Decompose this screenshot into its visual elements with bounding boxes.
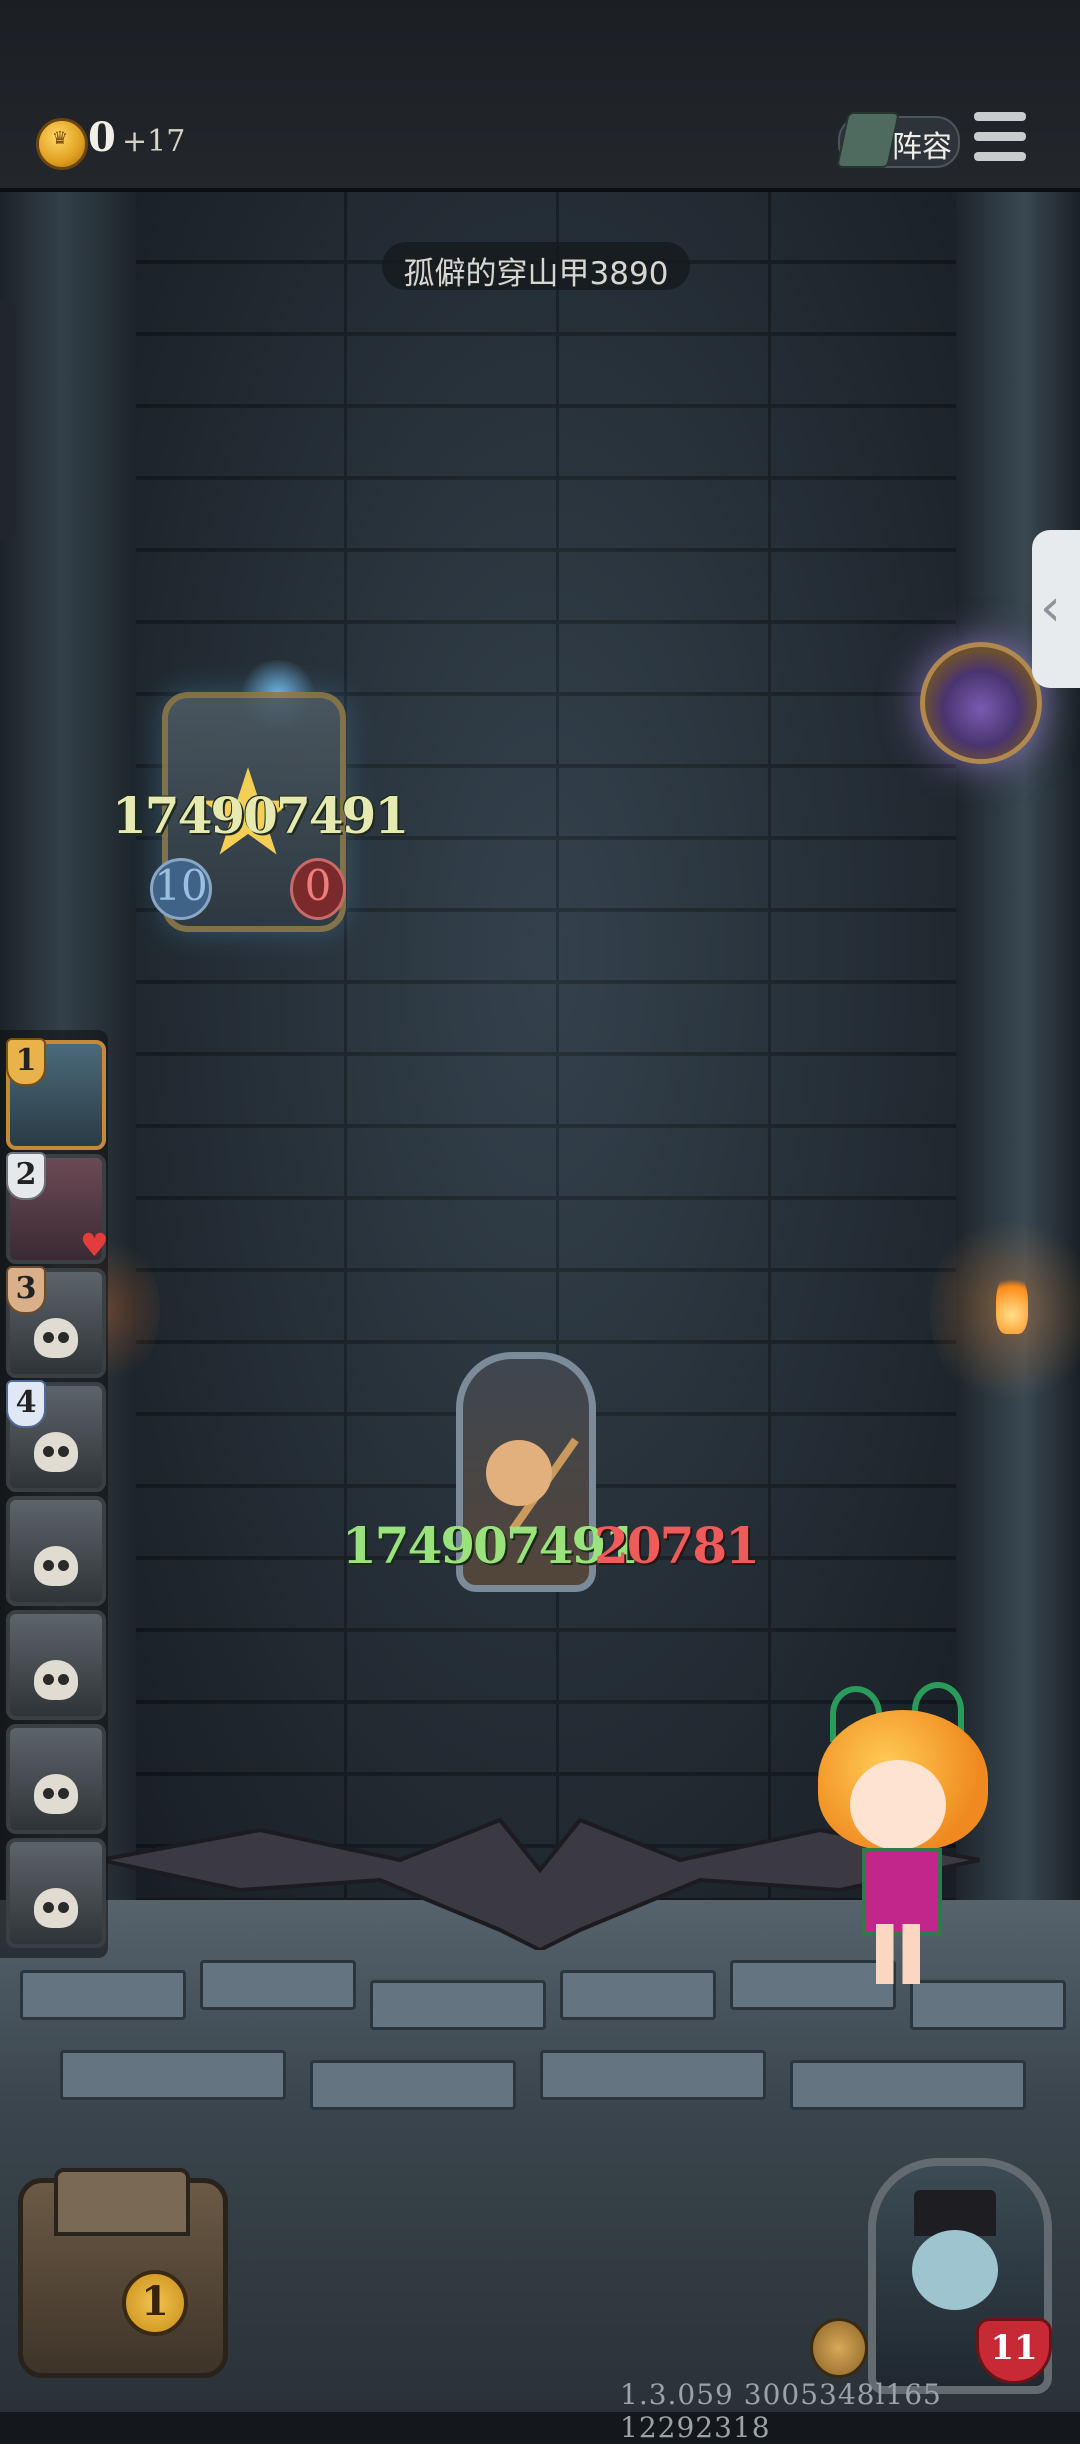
pocket-watch-relic-icon[interactable] (920, 642, 1042, 764)
chest-count: 1 (141, 2278, 169, 2325)
team-slot-3[interactable]: 3 (6, 1266, 106, 1378)
skull-icon (34, 1774, 78, 1814)
rank-badge-3: 3 (6, 1266, 46, 1314)
chest-lid (54, 2168, 190, 2236)
heart-icon: ♥ (80, 1226, 109, 1264)
spearman-portrait (486, 1440, 552, 1506)
team-slot-4[interactable]: 4 (6, 1380, 106, 1492)
wall-shade (132, 188, 960, 1898)
team-slot-5[interactable] (6, 1496, 106, 1606)
heroine-legs (876, 1924, 920, 1984)
skull-icon (34, 1546, 78, 1586)
skull-icon (34, 1660, 78, 1700)
team-slot-7[interactable] (6, 1724, 106, 1834)
team-slot-8[interactable] (6, 1838, 106, 1948)
right-pillar (956, 188, 1080, 1948)
version-text: 1.3.059 3005348l165 12292318 (620, 2378, 942, 2444)
player-attack-value: 20781 (594, 1516, 760, 1575)
enemy-name: 孤僻的穿山甲3890 (403, 256, 669, 292)
enemy-attack-value: 10 (154, 861, 208, 910)
gold-income: +17 (122, 124, 186, 159)
enemy-hp-value: 174907491 (112, 786, 409, 845)
skull-icon (34, 1318, 78, 1358)
heroine-face (850, 1760, 946, 1850)
rank-badge-2: 2 (6, 1152, 46, 1200)
boss-heart-value: 11 (990, 2328, 1038, 2368)
rank-badge-1: 1 (6, 1038, 46, 1086)
team-slot-6[interactable] (6, 1610, 106, 1720)
gift-box-costume (862, 1848, 942, 1936)
chevron-left-icon: ‹ (1040, 578, 1061, 638)
skull-icon (34, 1432, 78, 1472)
team-list: 1 2 3 4 (0, 1030, 108, 1958)
enemy-health-value: 0 (304, 861, 332, 910)
rank-badge-4: 4 (6, 1380, 46, 1428)
lineup-button-label: 阵容 (892, 130, 952, 165)
boss-face (912, 2230, 998, 2310)
left-edge-handle (0, 300, 16, 540)
player-hp-value: 174907491 (342, 1516, 639, 1575)
team-slot-1[interactable]: 1 (6, 1038, 106, 1150)
skull-icon (34, 1888, 78, 1928)
torch-flame-icon (996, 1270, 1028, 1334)
crown-icon: ♛ (51, 128, 69, 149)
gold-amount: 0 (88, 114, 116, 161)
hamburger-menu-icon[interactable] (974, 112, 1026, 162)
bell-icon[interactable] (810, 2318, 868, 2378)
